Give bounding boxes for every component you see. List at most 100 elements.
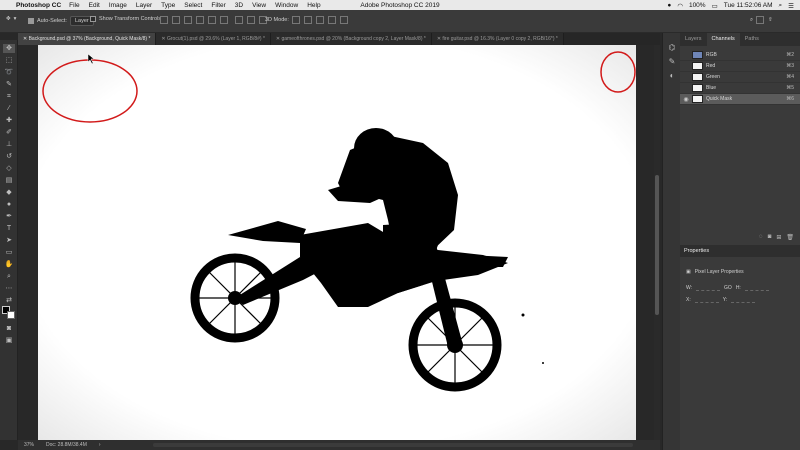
scroll-thumb[interactable]: [655, 175, 659, 315]
doc-size[interactable]: Doc: 28.8M/38.4M: [46, 442, 87, 448]
channel-row-blue[interactable]: Blue ⌘5: [680, 83, 800, 94]
3d-slide-icon[interactable]: [327, 16, 336, 24]
channel-row-red[interactable]: Red ⌘3: [680, 61, 800, 72]
search-icon[interactable]: ⌕: [750, 17, 753, 24]
align-left-icon[interactable]: [196, 16, 204, 24]
hand-tool-icon[interactable]: ✋: [3, 260, 15, 269]
eraser-tool-icon[interactable]: ◇: [3, 164, 15, 173]
channel-shortcut: ⌘4: [786, 74, 794, 80]
menu-image[interactable]: Image: [109, 2, 127, 9]
document-canvas[interactable]: [38, 45, 636, 440]
tab-document[interactable]: ✕ fire guitar.psd @ 16.3% (Layer 0 copy …: [431, 33, 564, 45]
pen-tool-icon[interactable]: ✒: [3, 212, 15, 221]
dodge-tool-icon[interactable]: ●: [3, 200, 15, 209]
menu-layer[interactable]: Layer: [136, 2, 152, 9]
horizontal-scrollbar[interactable]: [153, 443, 633, 447]
creative-cloud-icon[interactable]: ●: [667, 2, 671, 9]
canvas-area: [18, 45, 660, 440]
align-bottom-icon[interactable]: [184, 16, 192, 24]
transform-controls-checkbox[interactable]: [90, 16, 96, 22]
tab-paths[interactable]: Paths: [740, 33, 764, 46]
move-tool-preset[interactable]: ✥ ▾: [6, 16, 16, 22]
align-middle-icon[interactable]: [172, 16, 180, 24]
3d-scale-icon[interactable]: [339, 16, 348, 24]
distribute-top-icon[interactable]: [235, 16, 243, 24]
3d-drag-icon[interactable]: [315, 16, 324, 24]
marquee-tool-icon[interactable]: ⬚: [3, 56, 15, 65]
chevron-right-icon[interactable]: ›: [99, 442, 101, 448]
width-field[interactable]: [696, 286, 721, 291]
history-brush-icon[interactable]: ↺: [3, 152, 15, 161]
move-tool-icon[interactable]: ✥: [3, 44, 15, 53]
screen-mode-icon[interactable]: ▣: [3, 336, 15, 345]
menu-file[interactable]: File: [69, 2, 79, 9]
distribute-middle-icon[interactable]: [247, 16, 255, 24]
channel-row-green[interactable]: Green ⌘4: [680, 72, 800, 83]
tab-document[interactable]: ✕ Background.psd @ 37% (Background, Quic…: [18, 33, 157, 45]
eye-icon[interactable]: ◉: [680, 96, 692, 103]
battery-percent[interactable]: 100%: [689, 2, 706, 9]
quick-select-tool-icon[interactable]: ✎: [3, 80, 15, 89]
tab-channels[interactable]: Channels: [706, 33, 740, 46]
new-channel-icon[interactable]: ⊞: [776, 234, 781, 241]
tab-layers[interactable]: Layers: [680, 33, 707, 46]
align-right-icon[interactable]: [220, 16, 228, 24]
battery-icon[interactable]: ▭: [712, 2, 718, 10]
clock[interactable]: Tue 11:52:06 AM: [724, 2, 773, 9]
vertical-scrollbar[interactable]: [654, 45, 660, 440]
more-tools-icon[interactable]: ⋯: [3, 284, 15, 293]
channel-name: Green: [706, 74, 720, 80]
menu-filter[interactable]: Filter: [211, 2, 225, 9]
swap-colors-icon[interactable]: ⇄: [3, 296, 15, 305]
tab-document[interactable]: ✕ gameofthrones.psd @ 20% (Background co…: [270, 33, 432, 45]
brush-settings-icon[interactable]: ✎: [667, 57, 677, 67]
healing-brush-icon[interactable]: ✚: [3, 116, 15, 125]
adjustments-icon[interactable]: ◐: [667, 71, 677, 81]
menu-view[interactable]: View: [252, 2, 266, 9]
background-color-swatch[interactable]: [7, 311, 15, 319]
eyedropper-tool-icon[interactable]: ⁄: [3, 104, 15, 113]
load-selection-icon[interactable]: ◌: [759, 234, 763, 240]
x-field[interactable]: [694, 298, 719, 303]
type-tool-icon[interactable]: T: [3, 224, 15, 233]
share-icon[interactable]: ⇧: [768, 17, 773, 23]
search-icon[interactable]: ⌕: [779, 2, 783, 10]
gradient-tool-icon[interactable]: ▤: [3, 176, 15, 185]
menu-edit[interactable]: Edit: [89, 2, 100, 9]
quick-mask-icon[interactable]: ◙: [3, 324, 15, 333]
workspace-icon[interactable]: [756, 16, 765, 24]
distribute-buttons: [235, 16, 268, 24]
brush-tool-icon[interactable]: ✐: [3, 128, 15, 137]
zoom-tool-icon[interactable]: ⌕: [3, 272, 15, 281]
menu-type[interactable]: Type: [161, 2, 175, 9]
menu-window[interactable]: Window: [275, 2, 298, 9]
3d-roll-icon[interactable]: [303, 16, 312, 24]
trash-icon[interactable]: 🗑: [786, 234, 794, 241]
link-dimensions-button[interactable]: GO: [724, 285, 732, 291]
channel-row-rgb[interactable]: RGB ⌘2: [680, 50, 800, 61]
crop-tool-icon[interactable]: ⌗: [3, 92, 15, 101]
3d-rotate-icon[interactable]: [291, 16, 300, 24]
lasso-tool-icon[interactable]: ➰: [3, 68, 15, 77]
menu-select[interactable]: Select: [184, 2, 202, 9]
menu-3d[interactable]: 3D: [235, 2, 243, 9]
clone-stamp-icon[interactable]: ⊥: [3, 140, 15, 149]
channel-row-quick-mask[interactable]: ◉ Quick Mask ⌘6: [680, 94, 800, 105]
blur-tool-icon[interactable]: ◆: [3, 188, 15, 197]
align-center-icon[interactable]: [208, 16, 216, 24]
align-top-icon[interactable]: [160, 16, 168, 24]
app-name-menu[interactable]: Photoshop CC: [16, 2, 61, 9]
properties-panel-title[interactable]: Properties: [680, 245, 800, 257]
history-icon[interactable]: ⌬: [667, 43, 677, 53]
path-select-icon[interactable]: ➤: [3, 236, 15, 245]
height-field[interactable]: [744, 286, 769, 291]
wifi-icon[interactable]: ◠: [677, 2, 683, 10]
zoom-level[interactable]: 37%: [24, 442, 34, 448]
save-selection-icon[interactable]: ◙: [768, 234, 772, 240]
y-field[interactable]: [731, 298, 756, 303]
menu-help[interactable]: Help: [307, 2, 320, 9]
tab-document[interactable]: ✕ Grocut(1).psd @ 29.6% (Layer 1, RGB/8#…: [156, 33, 271, 45]
auto-select-checkbox[interactable]: [28, 18, 34, 24]
menu-list-icon[interactable]: ☰: [788, 2, 794, 10]
rectangle-tool-icon[interactable]: ▭: [3, 248, 15, 257]
